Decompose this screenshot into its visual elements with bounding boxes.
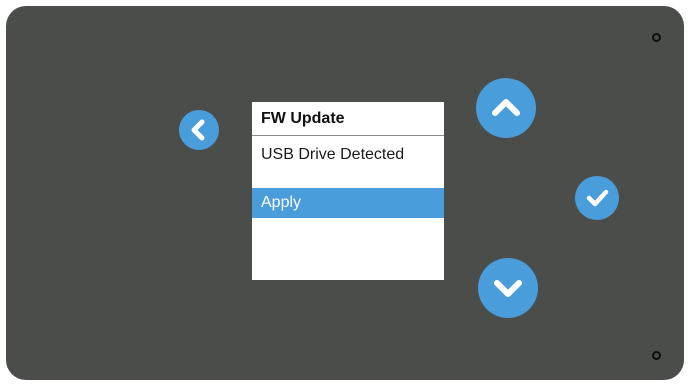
chevron-down-icon xyxy=(494,280,522,297)
stage: FW Update USB Drive Detected Apply xyxy=(0,0,688,386)
screen-title: FW Update xyxy=(252,102,444,136)
confirm-button[interactable] xyxy=(575,176,619,220)
menu-item-apply[interactable]: Apply xyxy=(252,188,444,218)
chevron-up-icon xyxy=(492,99,520,116)
up-button[interactable] xyxy=(476,78,536,138)
back-button[interactable] xyxy=(179,110,219,150)
checkmark-icon xyxy=(586,189,609,207)
screw-bottom-right-icon xyxy=(652,351,661,360)
down-button[interactable] xyxy=(478,258,538,318)
screw-top-right-icon xyxy=(652,33,661,42)
status-text: USB Drive Detected xyxy=(261,146,405,163)
chevron-left-icon xyxy=(191,119,205,141)
display-screen: FW Update USB Drive Detected Apply xyxy=(252,102,444,280)
